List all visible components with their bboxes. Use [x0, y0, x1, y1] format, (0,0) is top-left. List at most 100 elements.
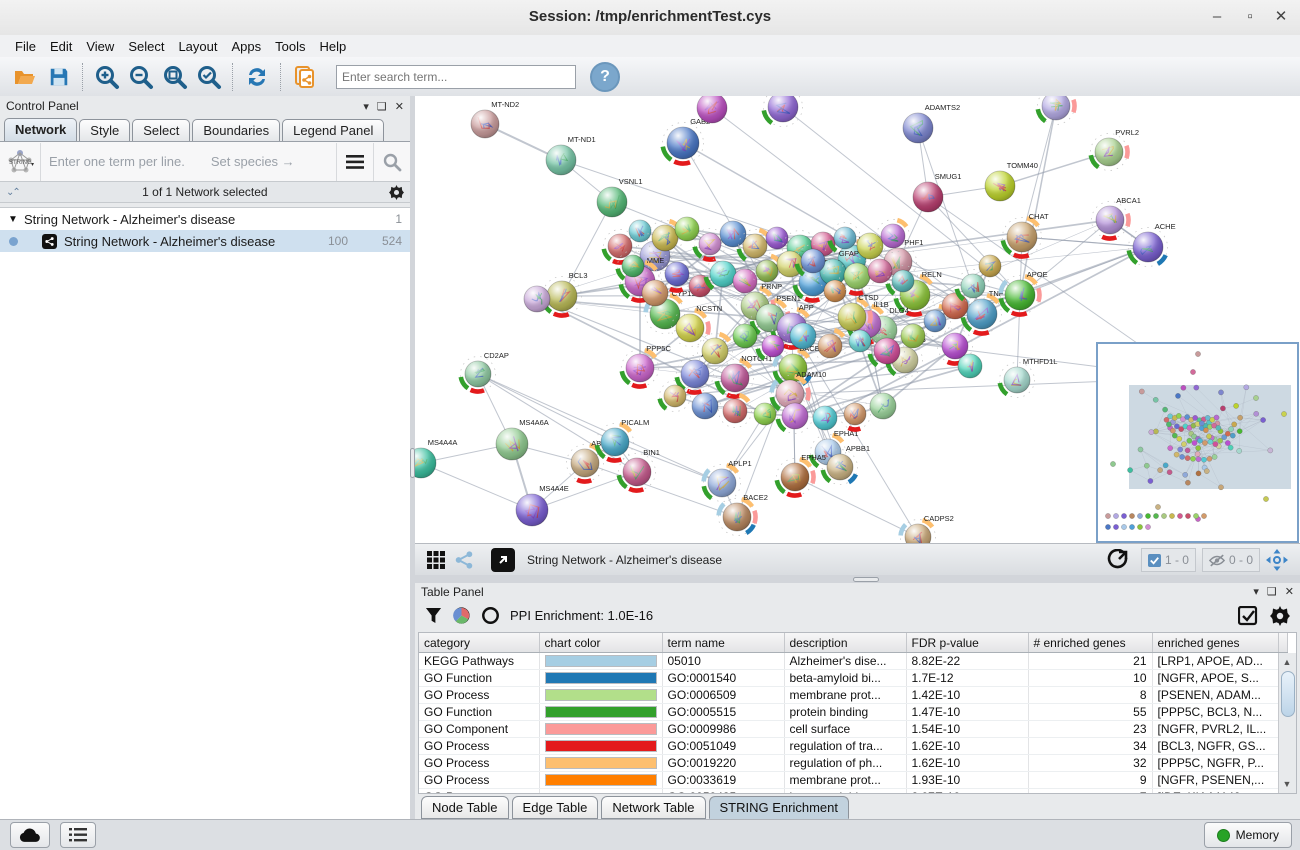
- panel-close-icon[interactable]: ✕: [1285, 585, 1294, 598]
- grid-view-button[interactable]: [421, 545, 451, 575]
- column-header[interactable]: # enriched genes: [1028, 633, 1152, 653]
- memory-button[interactable]: Memory: [1204, 822, 1292, 848]
- protein-node-CHAT[interactable]: CHAT: [1003, 212, 1050, 257]
- protein-node[interactable]: [1038, 96, 1075, 125]
- zoom-fit-button[interactable]: [160, 62, 190, 92]
- protein-node[interactable]: [857, 233, 883, 259]
- task-history-button[interactable]: [60, 822, 96, 848]
- table-row[interactable]: GO ProcessGO:0050435beta-amyloid m...2.0…: [419, 789, 1287, 795]
- menu-file[interactable]: File: [8, 37, 43, 56]
- collapse-all-icon[interactable]: ⌄⌃: [6, 187, 19, 198]
- column-header[interactable]: chart color: [539, 633, 662, 653]
- protein-node[interactable]: [942, 293, 968, 319]
- selected-nodes-badge[interactable]: 1 - 0: [1141, 548, 1196, 572]
- column-header[interactable]: category: [419, 633, 539, 653]
- protein-node-PVRL2[interactable]: PVRL2: [1091, 128, 1140, 171]
- menu-edit[interactable]: Edit: [43, 37, 79, 56]
- maximize-button[interactable]: ▫: [1237, 6, 1263, 28]
- protein-node[interactable]: [524, 286, 550, 312]
- enrichment-table[interactable]: categorychart colorterm namedescriptionF…: [418, 632, 1297, 794]
- tab-style[interactable]: Style: [79, 119, 130, 141]
- protein-node-GAB2[interactable]: GAB2: [663, 117, 711, 164]
- panel-float-icon[interactable]: ❑: [1267, 585, 1277, 598]
- chart-color-icon[interactable]: [452, 606, 471, 625]
- close-button[interactable]: ✕: [1268, 6, 1294, 28]
- ring-chart-icon[interactable]: [481, 606, 500, 625]
- protein-node-SMUG1[interactable]: SMUG1: [913, 172, 961, 212]
- protein-node[interactable]: [629, 220, 651, 242]
- protein-node-MT-ND2[interactable]: MT-ND2: [471, 100, 519, 138]
- protein-node-MS4A4A[interactable]: MS4A4A: [415, 438, 457, 478]
- table-row[interactable]: GO ProcessGO:0051049regulation of tra...…: [419, 738, 1287, 755]
- string-database-selector[interactable]: STRING: [0, 143, 41, 181]
- table-row[interactable]: KEGG Pathways05010Alzheimer's dise...8.8…: [419, 653, 1287, 670]
- protein-node[interactable]: [824, 280, 846, 302]
- tab-edge-table[interactable]: Edge Table: [512, 796, 599, 819]
- network-collection-row[interactable]: ▼ String Network - Alzheimer's disease 1: [0, 208, 410, 230]
- zoom-in-button[interactable]: [92, 62, 122, 92]
- hidden-nodes-badge[interactable]: 0 - 0: [1202, 548, 1260, 572]
- protein-node[interactable]: [958, 354, 982, 378]
- collection-expand-icon[interactable]: ▼: [8, 214, 24, 225]
- select-all-checkbox-icon[interactable]: [1238, 606, 1258, 626]
- string-search-button[interactable]: [373, 143, 410, 181]
- menu-layout[interactable]: Layout: [171, 37, 224, 56]
- panel-float-icon[interactable]: ❑: [377, 100, 387, 113]
- refresh-button[interactable]: [242, 62, 272, 92]
- menu-view[interactable]: View: [79, 37, 121, 56]
- protein-node[interactable]: [733, 269, 757, 293]
- protein-node[interactable]: [733, 324, 757, 348]
- table-scrollbar[interactable]: ▲ ▼: [1278, 653, 1296, 793]
- protein-node-MS4A6A[interactable]: MS4A6A: [496, 418, 549, 460]
- table-row[interactable]: GO FunctionGO:0005515protein binding1.47…: [419, 704, 1287, 721]
- protein-node[interactable]: [660, 381, 691, 412]
- protein-node-NOTCH1[interactable]: NOTCH1: [717, 354, 773, 397]
- protein-node-BIN1[interactable]: BIN1: [619, 448, 660, 491]
- protein-node[interactable]: [840, 399, 871, 430]
- menu-tools[interactable]: Tools: [268, 37, 312, 56]
- string-term-input[interactable]: Enter one term per line. Set species →: [41, 154, 336, 169]
- table-row[interactable]: GO ProcessGO:0033619membrane prot...1.93…: [419, 772, 1287, 789]
- save-session-button[interactable]: [44, 62, 74, 92]
- panel-close-icon[interactable]: ✕: [395, 100, 404, 113]
- protein-node-ACHE[interactable]: ACHE: [1129, 222, 1176, 267]
- filter-icon[interactable]: [425, 607, 442, 624]
- table-row[interactable]: GO ProcessGO:0006509membrane prot...1.42…: [419, 687, 1287, 704]
- protein-node[interactable]: [692, 393, 718, 419]
- zoom-selected-button[interactable]: [194, 62, 224, 92]
- horizontal-splitter[interactable]: [410, 575, 1300, 583]
- scroll-up-icon[interactable]: ▲: [1280, 655, 1294, 669]
- protein-node-EPHA5[interactable]: EPHA5: [777, 453, 826, 496]
- panel-menu-icon[interactable]: ▾: [1253, 585, 1259, 598]
- protein-node[interactable]: [754, 403, 776, 425]
- tab-legend-panel[interactable]: Legend Panel: [282, 119, 384, 141]
- minimize-button[interactable]: –: [1204, 6, 1230, 28]
- menu-apps[interactable]: Apps: [225, 37, 269, 56]
- string-options-button[interactable]: [336, 143, 373, 181]
- menu-select[interactable]: Select: [121, 37, 171, 56]
- table-row[interactable]: GO FunctionGO:0001540beta-amyloid bi...1…: [419, 670, 1287, 687]
- protein-node[interactable]: [697, 96, 727, 123]
- protein-node[interactable]: [849, 330, 871, 352]
- protein-node[interactable]: [979, 255, 1001, 277]
- column-header[interactable]: enriched genes: [1152, 633, 1278, 653]
- pan-navigate-button[interactable]: [1262, 545, 1292, 575]
- network-row[interactable]: String Network - Alzheimer's disease 100…: [0, 230, 410, 252]
- protein-node[interactable]: [675, 217, 699, 241]
- protein-node-BACE2[interactable]: BACE2: [719, 493, 768, 536]
- tab-node-table[interactable]: Node Table: [421, 796, 509, 819]
- protein-node[interactable]: [901, 324, 925, 348]
- network-canvas[interactable]: MT-ND2MT-ND1VSNL1GAB2ADAMTS2PVRL2TOMM40S…: [415, 96, 1300, 543]
- search-input[interactable]: [336, 65, 576, 89]
- protein-node-MTHFD1L[interactable]: MTHFD1L: [1000, 357, 1058, 398]
- protein-node-TOMM40[interactable]: TOMM40: [985, 161, 1038, 201]
- protein-node[interactable]: [642, 280, 668, 306]
- column-header[interactable]: term name: [662, 633, 784, 653]
- protein-node-CADPS2[interactable]: CADPS2: [901, 514, 954, 543]
- table-row[interactable]: GO ComponentGO:0009986cell surface1.54E-…: [419, 721, 1287, 738]
- network-import-button[interactable]: [290, 62, 320, 92]
- open-session-button[interactable]: [10, 62, 40, 92]
- table-row[interactable]: GO ProcessGO:0019220regulation of ph...1…: [419, 755, 1287, 772]
- protein-node[interactable]: [813, 406, 837, 430]
- protein-node[interactable]: [870, 393, 896, 419]
